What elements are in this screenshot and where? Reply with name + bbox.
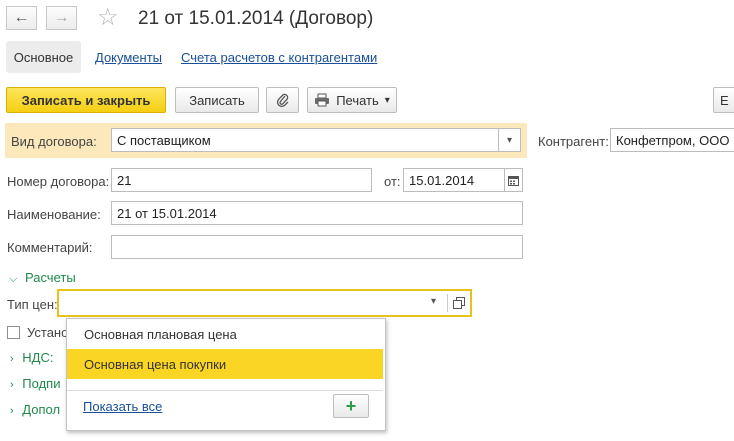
setting-checkbox[interactable] bbox=[7, 326, 20, 339]
attach-button[interactable] bbox=[266, 87, 299, 113]
save-label: Записать bbox=[189, 92, 245, 108]
calendar-icon bbox=[508, 175, 519, 186]
date-from-label: от: bbox=[384, 174, 401, 189]
chevron-right-icon: › bbox=[10, 405, 14, 417]
settlements-section-label: Расчеты bbox=[24, 270, 76, 285]
field-divider bbox=[447, 294, 448, 312]
comment-label: Комментарий: bbox=[7, 240, 93, 255]
tab-main[interactable]: Основное bbox=[6, 41, 81, 73]
chevron-right-icon: › bbox=[10, 353, 14, 365]
additional-section-toggle[interactable]: › Допол bbox=[10, 402, 60, 417]
dropdown-item-label: Основная цена покупки bbox=[84, 356, 227, 372]
setting-checkbox-label: Устано bbox=[27, 325, 69, 340]
counterparty-label: Контрагент: bbox=[538, 134, 609, 149]
contract-type-field[interactable]: С поставщиком bbox=[111, 128, 499, 152]
additional-section-label: Допол bbox=[22, 402, 61, 417]
name-field[interactable]: 21 от 15.01.2014 bbox=[111, 201, 523, 225]
more-button[interactable]: Е bbox=[713, 87, 734, 113]
page-title: 21 от 15.01.2014 (Договор) bbox=[138, 8, 374, 29]
signature-section-label: Подпи bbox=[22, 376, 61, 391]
contract-type-label: Вид договора: bbox=[11, 134, 97, 149]
tab-documents[interactable]: Документы bbox=[95, 50, 162, 65]
tab-main-label: Основное bbox=[13, 49, 74, 65]
save-and-close-label: Записать и закрыть bbox=[21, 92, 151, 108]
calendar-button[interactable] bbox=[505, 168, 523, 192]
back-button[interactable]: ← bbox=[6, 6, 37, 30]
chevron-down-icon: ▾ bbox=[384, 94, 390, 106]
date-value: 15.01.2014 bbox=[409, 172, 475, 188]
arrow-right-icon: → bbox=[53, 9, 70, 26]
contract-type-dropdown-button[interactable]: ▾ bbox=[499, 128, 521, 152]
open-icon[interactable] bbox=[453, 297, 465, 309]
favorite-star-icon[interactable]: ☆ bbox=[97, 5, 119, 31]
counterparty-field[interactable]: Конфетпром, ООО bbox=[610, 128, 734, 152]
counterparty-value: Конфетпром, ООО bbox=[616, 132, 730, 148]
chevron-down-icon: ⌵ bbox=[9, 273, 18, 285]
print-button[interactable]: Печать ▾ bbox=[307, 87, 397, 113]
comment-field[interactable] bbox=[111, 235, 523, 259]
name-value: 21 от 15.01.2014 bbox=[117, 205, 217, 221]
contract-number-value: 21 bbox=[117, 172, 132, 188]
dropdown-item-selected[interactable]: Основная цена покупки bbox=[67, 349, 383, 379]
chevron-down-icon: ▾ bbox=[506, 134, 513, 146]
chevron-right-icon: › bbox=[10, 379, 14, 391]
chevron-down-icon[interactable]: ▾ bbox=[431, 296, 436, 307]
contract-type-value: С поставщиком bbox=[117, 132, 211, 148]
forward-button[interactable]: → bbox=[46, 6, 77, 30]
name-label: Наименование: bbox=[7, 207, 101, 222]
plus-icon: + bbox=[345, 395, 357, 416]
signature-section-toggle[interactable]: › Подпи bbox=[10, 376, 60, 391]
dropdown-item[interactable]: Основная плановая цена bbox=[67, 319, 383, 349]
printer-icon bbox=[315, 93, 330, 107]
price-type-label: Тип цен: bbox=[7, 297, 58, 312]
settlements-section-toggle[interactable]: ⌵ Расчеты bbox=[9, 270, 76, 286]
more-label: Е bbox=[720, 92, 729, 108]
dropdown-divider bbox=[67, 390, 383, 391]
paperclip-icon bbox=[276, 93, 288, 108]
price-type-dropdown: Основная плановая цена Основная цена пок… bbox=[66, 318, 386, 431]
contract-number-label: Номер договора: bbox=[7, 174, 110, 189]
arrow-left-icon: ← bbox=[13, 9, 30, 26]
save-and-close-button[interactable]: Записать и закрыть bbox=[6, 87, 166, 113]
save-button[interactable]: Записать bbox=[175, 87, 259, 113]
vat-section-toggle[interactable]: › НДС: bbox=[10, 350, 54, 365]
price-type-field[interactable]: ▾ bbox=[57, 289, 472, 317]
dropdown-item-label: Основная плановая цена bbox=[84, 326, 237, 342]
contract-number-field[interactable]: 21 bbox=[111, 168, 372, 192]
print-label: Печать bbox=[336, 92, 379, 108]
tab-accounts[interactable]: Счета расчетов с контрагентами bbox=[181, 50, 377, 65]
vat-section-label: НДС: bbox=[22, 350, 54, 365]
add-button[interactable]: + bbox=[333, 394, 369, 418]
show-all-link[interactable]: Показать все bbox=[83, 399, 162, 414]
date-field[interactable]: 15.01.2014 bbox=[403, 168, 505, 192]
